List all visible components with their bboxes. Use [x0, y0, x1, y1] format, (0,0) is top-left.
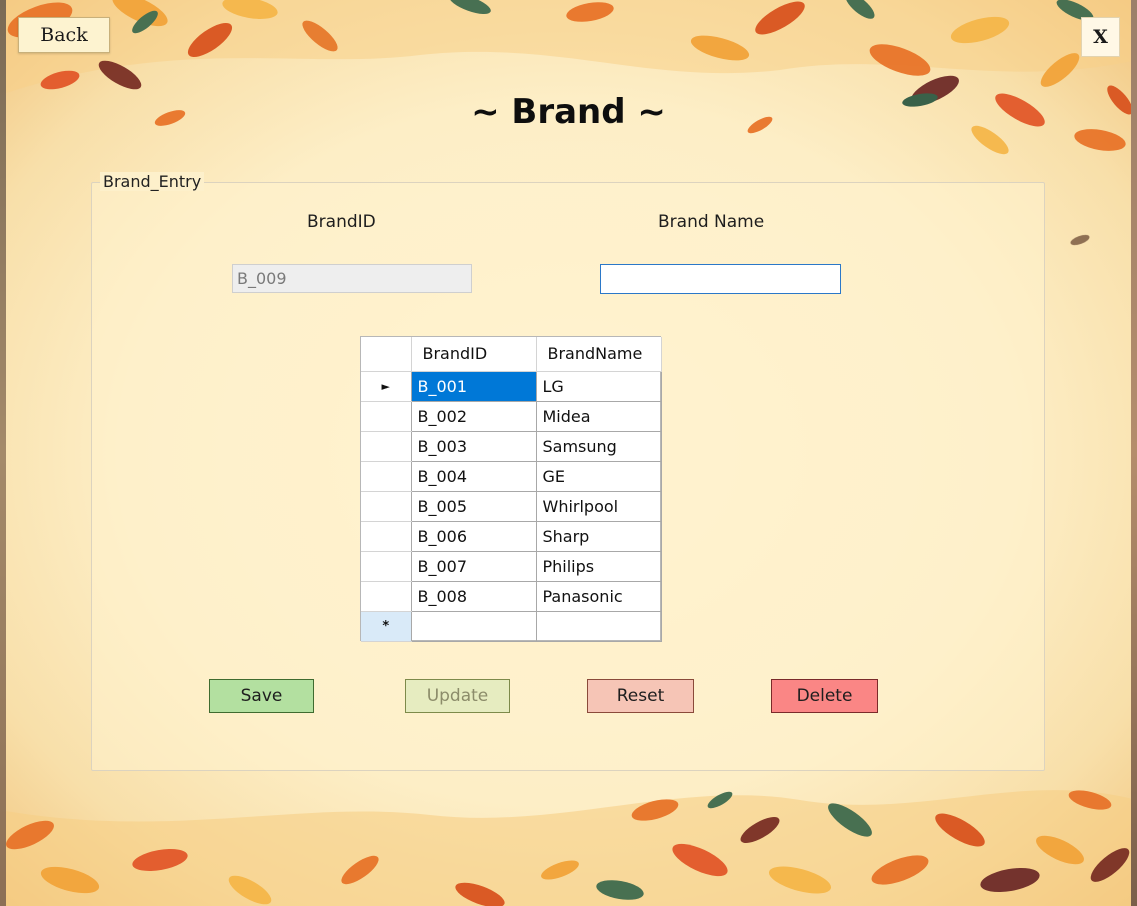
- brand-id-label: BrandID: [307, 212, 376, 232]
- cell-brandname[interactable]: LG: [536, 371, 662, 402]
- new-cell-brandname[interactable]: [536, 611, 662, 642]
- brand-name-field[interactable]: [600, 264, 841, 294]
- cell-brandname[interactable]: Panasonic: [536, 581, 662, 612]
- brand-data-grid[interactable]: BrandID BrandName ► B_001 LG B_002 Midea…: [360, 336, 662, 642]
- column-header-brandid[interactable]: BrandID: [411, 337, 537, 372]
- table-row[interactable]: B_006 Sharp: [361, 521, 662, 552]
- cell-brandid[interactable]: B_001: [411, 371, 537, 402]
- cell-brandid[interactable]: B_007: [411, 551, 537, 582]
- update-button[interactable]: Update: [405, 679, 510, 713]
- brand-name-label: Brand Name: [658, 212, 765, 232]
- table-row[interactable]: B_007 Philips: [361, 551, 662, 582]
- new-row-asterisk-icon[interactable]: *: [361, 611, 412, 642]
- new-row[interactable]: *: [361, 611, 662, 642]
- grid-header-row: BrandID BrandName: [361, 337, 662, 372]
- back-button[interactable]: Back: [18, 17, 110, 53]
- delete-button[interactable]: Delete: [771, 679, 878, 713]
- table-row[interactable]: B_008 Panasonic: [361, 581, 662, 612]
- brand-entry-group-label: Brand_Entry: [100, 172, 205, 191]
- window-edge-right: [1131, 0, 1137, 906]
- row-header[interactable]: [361, 491, 412, 522]
- new-cell-brandid[interactable]: [411, 611, 537, 642]
- cell-brandid[interactable]: B_008: [411, 581, 537, 612]
- row-header[interactable]: [361, 551, 412, 582]
- save-button[interactable]: Save: [209, 679, 314, 713]
- table-row[interactable]: B_005 Whirlpool: [361, 491, 662, 522]
- window-edge-left: [0, 0, 6, 906]
- row-header[interactable]: [361, 581, 412, 612]
- table-row[interactable]: B_002 Midea: [361, 401, 662, 432]
- cell-brandid[interactable]: B_004: [411, 461, 537, 492]
- cell-brandname[interactable]: Sharp: [536, 521, 662, 552]
- cell-brandid[interactable]: B_002: [411, 401, 537, 432]
- cell-brandid[interactable]: B_005: [411, 491, 537, 522]
- brand-id-field[interactable]: [232, 264, 472, 293]
- row-header-corner[interactable]: [361, 337, 412, 372]
- cell-brandname[interactable]: Whirlpool: [536, 491, 662, 522]
- table-row[interactable]: ► B_001 LG: [361, 371, 662, 402]
- cell-brandid[interactable]: B_006: [411, 521, 537, 552]
- cell-brandname[interactable]: GE: [536, 461, 662, 492]
- cell-brandid[interactable]: B_003: [411, 431, 537, 462]
- cell-brandname[interactable]: Samsung: [536, 431, 662, 462]
- cell-brandname[interactable]: Midea: [536, 401, 662, 432]
- reset-button[interactable]: Reset: [587, 679, 694, 713]
- column-header-brandname[interactable]: BrandName: [536, 337, 662, 372]
- close-button[interactable]: X: [1081, 17, 1120, 57]
- table-row[interactable]: B_004 GE: [361, 461, 662, 492]
- page-title: ~ Brand ~: [471, 92, 666, 132]
- table-row[interactable]: B_003 Samsung: [361, 431, 662, 462]
- row-header[interactable]: [361, 431, 412, 462]
- row-header[interactable]: [361, 401, 412, 432]
- current-row-indicator-icon[interactable]: ►: [361, 371, 412, 402]
- row-header[interactable]: [361, 521, 412, 552]
- cell-brandname[interactable]: Philips: [536, 551, 662, 582]
- row-header[interactable]: [361, 461, 412, 492]
